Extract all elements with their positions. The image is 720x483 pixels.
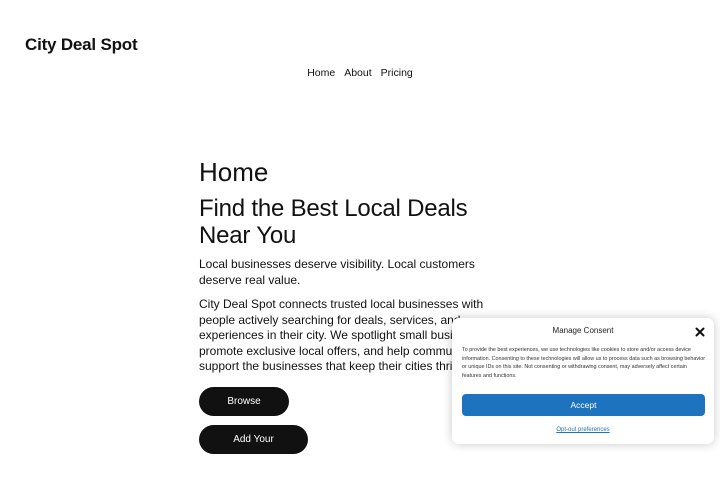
accept-button[interactable]: Accept [462,394,705,416]
nav-item-pricing[interactable]: Pricing [381,67,413,79]
hero-heading: Find the Best Local Deals Near You [199,195,468,249]
consent-title: Manage Consent [552,326,614,335]
site-title[interactable]: City Deal Spot [25,35,138,55]
consent-description: To provide the best experiences, we use … [462,347,706,379]
main-nav: Home About Pricing [0,67,720,79]
opt-out-preferences-link[interactable]: Opt-out preferences [452,427,714,433]
nav-item-home[interactable]: Home [307,67,335,79]
close-icon[interactable] [695,324,705,337]
hero-subtitle: Local businesses deserve visibility. Loc… [199,257,475,287]
close-icon-glyph [695,327,705,337]
nav-item-about[interactable]: About [344,67,371,79]
page-title: Home [199,157,269,187]
browse-deals-button[interactable]: Browse Deals [199,387,289,436]
consent-dialog: Manage Consent To provide the best exper… [452,318,714,444]
